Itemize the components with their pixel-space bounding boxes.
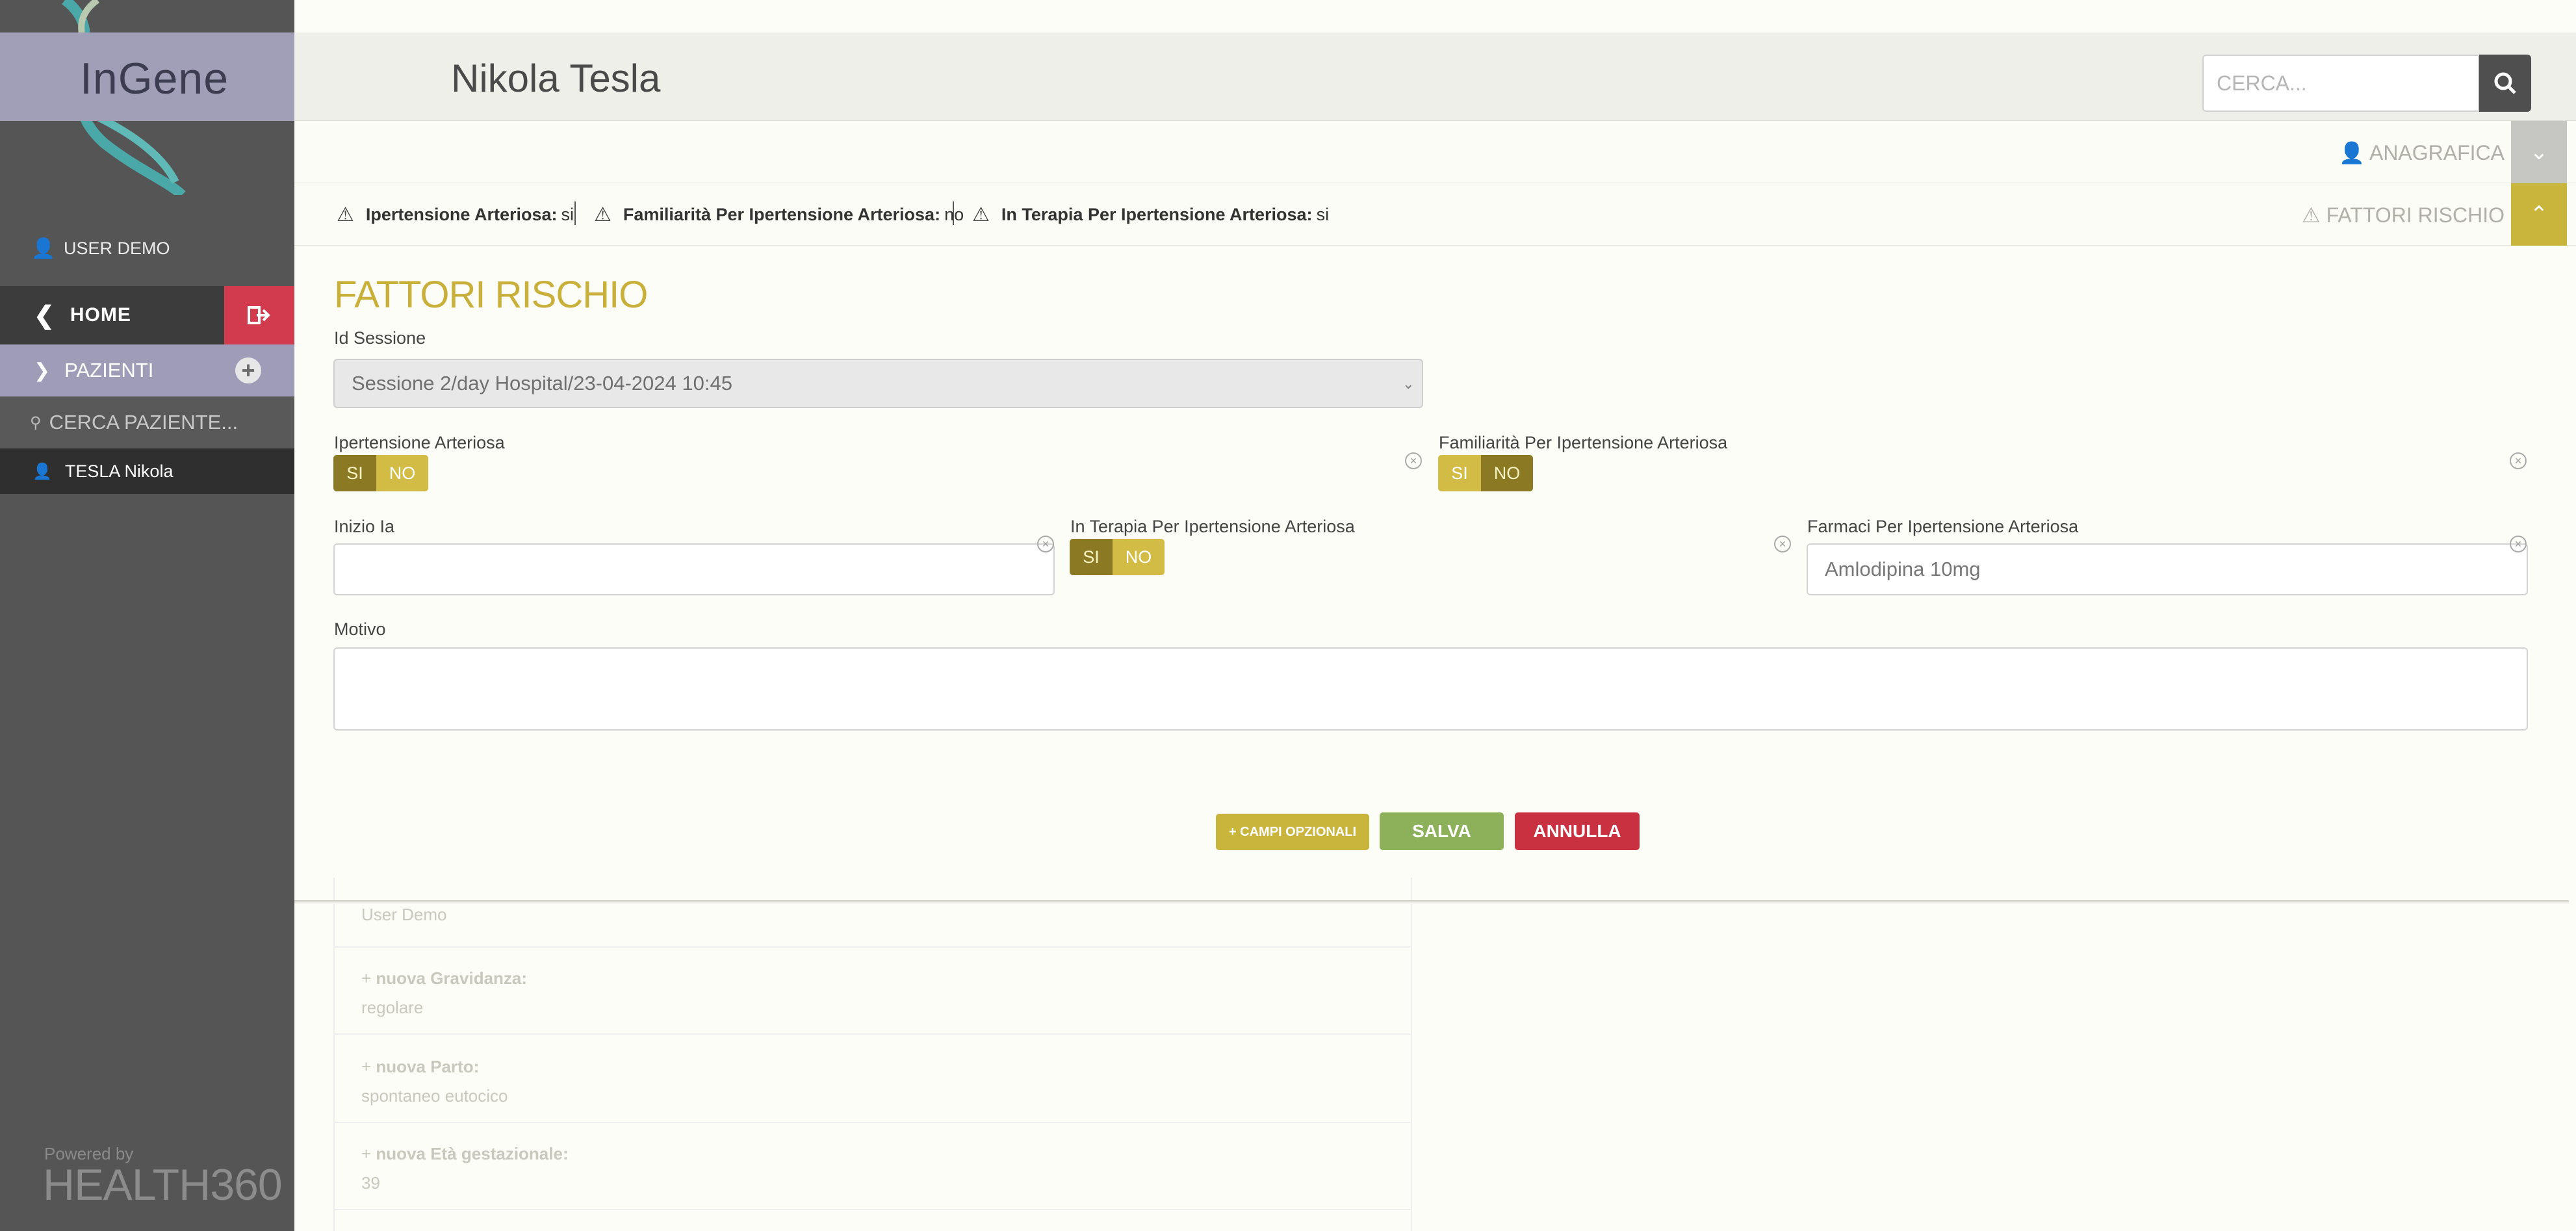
page-title: Nikola Tesla: [451, 57, 661, 100]
sidebar-user[interactable]: 👤 USER DEMO: [0, 227, 294, 269]
warning-icon: ⚠: [972, 203, 990, 226]
clear-icon[interactable]: ×: [1774, 536, 1791, 552]
terapia-label: In Terapia Per Ipertensione Arteriosa: [1070, 517, 1355, 536]
chevron-left-icon: ❮: [34, 302, 55, 330]
clear-icon[interactable]: ×: [2510, 536, 2527, 552]
farmaci-input[interactable]: Amlodipina 10mg: [1807, 543, 2528, 595]
list-divider: [333, 1122, 1412, 1123]
sidebar-item-label: PAZIENTI: [64, 359, 154, 382]
brand-logo: HEALTH360: [43, 1160, 283, 1210]
add-patient-button[interactable]: +: [235, 357, 261, 383]
global-search: [2202, 55, 2479, 112]
list-item-value: spontaneo eutocico: [361, 1086, 508, 1106]
clear-icon[interactable]: ×: [2510, 452, 2527, 469]
list-divider: [333, 946, 1412, 948]
list-item-value: User Demo: [361, 905, 447, 924]
sidebar-item-patient[interactable]: 👤 TESLA Nikola: [0, 448, 294, 494]
toggle-no-button[interactable]: NO: [376, 455, 428, 491]
id-sessione-label: Id Sessione: [334, 328, 426, 348]
campi-opzionali-button[interactable]: + CAMPI OPZIONALI: [1216, 814, 1369, 850]
list-item-title: nuova Età gestazionale:: [376, 1144, 569, 1163]
warning-icon: ⚠: [337, 203, 354, 226]
list-item-author: User Demo: [361, 905, 446, 925]
list-item: + nuova Gravidanza: regolare: [361, 968, 527, 1018]
plus-icon: +: [361, 1057, 376, 1076]
user-icon: 👤: [2339, 141, 2369, 164]
plus-icon: +: [361, 1144, 376, 1163]
search-button[interactable]: [2479, 55, 2531, 112]
alert-familiarita: ⚠ Familiarità Per Ipertensione Arteriosa…: [594, 203, 964, 226]
divider: [953, 201, 954, 225]
accordion-anagrafica[interactable]: 👤 ANAGRAFICA: [294, 121, 2576, 183]
ipertensione-toggle: SI NO: [333, 455, 428, 491]
toggle-si-button[interactable]: SI: [1070, 539, 1113, 575]
sidebar-item-label: HOME: [70, 304, 131, 326]
cancel-button[interactable]: ANNULLA: [1515, 812, 1640, 850]
farmaci-value: Amlodipina 10mg: [1825, 558, 1981, 580]
alert-ipertensione: ⚠ Ipertensione Arteriosa: si: [337, 203, 574, 226]
toggle-no-button[interactable]: NO: [1481, 455, 1533, 491]
search-icon: [2494, 72, 2516, 94]
form-title: FATTORI RISCHIO: [334, 274, 648, 316]
select-value: Sessione 2/day Hospital/23-04-2024 10:45: [352, 372, 732, 395]
list-item: + nuova Età gestazionale: 39: [361, 1144, 569, 1193]
toggle-no-button[interactable]: NO: [1113, 539, 1165, 575]
user-icon: 👤: [31, 238, 56, 259]
warning-icon: ⚠: [594, 203, 612, 226]
patient-search[interactable]: ⚲ CERCA PAZIENTE...: [0, 396, 294, 448]
logout-icon: [248, 306, 270, 324]
farmaci-label: Farmaci Per Ipertensione Arteriosa: [1807, 517, 2079, 536]
patient-search-placeholder: CERCA PAZIENTE...: [49, 411, 238, 434]
list-item-value: regolare: [361, 998, 424, 1017]
list-divider: [333, 1209, 1412, 1210]
chevron-up-icon[interactable]: ⌃: [2511, 183, 2567, 246]
toggle-si-button[interactable]: SI: [1438, 455, 1481, 491]
logout-button[interactable]: [224, 286, 294, 344]
search-input[interactable]: [2215, 70, 2478, 96]
divider: [574, 201, 576, 225]
user-name: USER DEMO: [64, 238, 170, 258]
accordion-label: ⚠ FATTORI RISCHIO: [2302, 203, 2505, 227]
terapia-toggle: SI NO: [1070, 539, 1165, 575]
list-item-title: nuova Parto:: [376, 1057, 480, 1076]
accordion-label: 👤 ANAGRAFICA: [2339, 141, 2505, 164]
clear-icon[interactable]: ×: [1037, 536, 1054, 552]
alert-terapia: ⚠ In Terapia Per Ipertensione Arteriosa:…: [972, 203, 1330, 226]
familiarita-label: Familiarità Per Ipertensione Arteriosa: [1439, 433, 1728, 452]
ipertensione-label: Ipertensione Arteriosa: [334, 433, 505, 452]
chevron-down-icon: ❯: [34, 359, 51, 382]
list-item-value: 39: [361, 1173, 380, 1193]
user-icon: 👤: [32, 462, 52, 480]
plus-icon: +: [361, 968, 376, 988]
chevron-down-icon: ⌄: [1402, 376, 1415, 392]
toggle-si-button[interactable]: SI: [333, 455, 376, 491]
sidebar-item-home[interactable]: ❮ HOME: [0, 286, 224, 344]
app-logo[interactable]: InGene: [80, 53, 229, 104]
familiarita-toggle: SI NO: [1438, 455, 1533, 491]
list-divider: [333, 1033, 1412, 1035]
motivo-label: Motivo: [334, 619, 386, 639]
chevron-down-icon[interactable]: ⌄: [2511, 121, 2567, 183]
save-button[interactable]: SALVA: [1380, 812, 1504, 850]
panel-shadow: [294, 900, 2569, 904]
search-icon: ⚲: [30, 413, 42, 432]
list-item-title: nuova Gravidanza:: [376, 968, 528, 988]
clear-icon[interactable]: ×: [1405, 452, 1422, 469]
warning-icon: ⚠: [2302, 203, 2326, 227]
inizio-label: Inizio Ia: [334, 517, 395, 536]
inizio-input[interactable]: [333, 543, 1055, 595]
list-item: + nuova Parto: spontaneo eutocico: [361, 1057, 508, 1106]
id-sessione-select[interactable]: Sessione 2/day Hospital/23-04-2024 10:45: [333, 359, 1423, 408]
motivo-textarea[interactable]: [333, 647, 2528, 731]
patient-label: TESLA Nikola: [64, 461, 174, 481]
